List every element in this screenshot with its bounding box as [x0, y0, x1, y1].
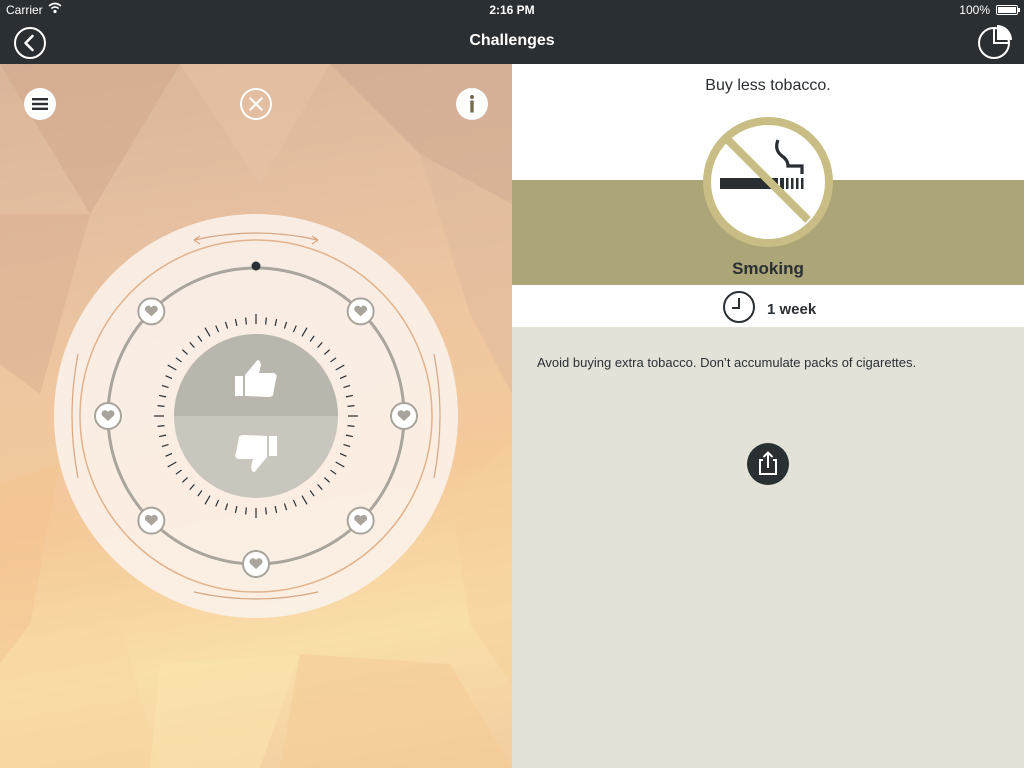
challenge-description: Avoid buying extra tobacco. Don’t accumu… — [537, 355, 917, 370]
dial-tick — [265, 317, 267, 325]
battery-icon — [996, 5, 1020, 15]
status-time: 2:16 PM — [489, 3, 535, 17]
close-icon[interactable] — [240, 88, 272, 120]
share-icon[interactable] — [746, 442, 790, 486]
dial-tick — [245, 317, 247, 325]
dial-tick — [245, 507, 247, 515]
dial-tick — [265, 507, 267, 515]
page-title: Challenges — [469, 32, 555, 49]
challenge-dial-panel — [0, 64, 512, 768]
duration-label: 1 week — [767, 301, 817, 318]
challenge-detail-panel: Buy less tobacco. Smoking 1 week Avoid b… — [512, 64, 1024, 768]
no-smoking-icon — [703, 117, 833, 247]
heart-node[interactable] — [346, 297, 375, 326]
challenge-dial[interactable] — [54, 214, 458, 618]
dial-tick — [347, 425, 355, 427]
status-bar: Carrier 2:16 PM 100% — [0, 0, 1024, 20]
heart-node[interactable] — [94, 402, 122, 430]
navigation-bar: Challenges — [0, 20, 1024, 64]
dial-tick — [347, 405, 355, 407]
pie-chart-icon[interactable] — [977, 24, 1013, 60]
info-icon[interactable] — [456, 88, 488, 120]
dial-tick — [157, 405, 165, 407]
challenge-title: Buy less tobacco. — [705, 77, 831, 94]
heart-node[interactable] — [390, 402, 418, 430]
hamburger-menu-icon[interactable] — [24, 88, 56, 120]
heart-node[interactable] — [137, 297, 166, 326]
category-label: Smoking — [732, 259, 804, 278]
heart-node[interactable] — [346, 506, 375, 535]
dial-tick — [157, 425, 165, 427]
heart-node[interactable] — [242, 550, 270, 578]
heart-node[interactable] — [137, 506, 166, 535]
clock-icon — [723, 291, 755, 323]
battery-percent: 100% — [959, 3, 990, 17]
